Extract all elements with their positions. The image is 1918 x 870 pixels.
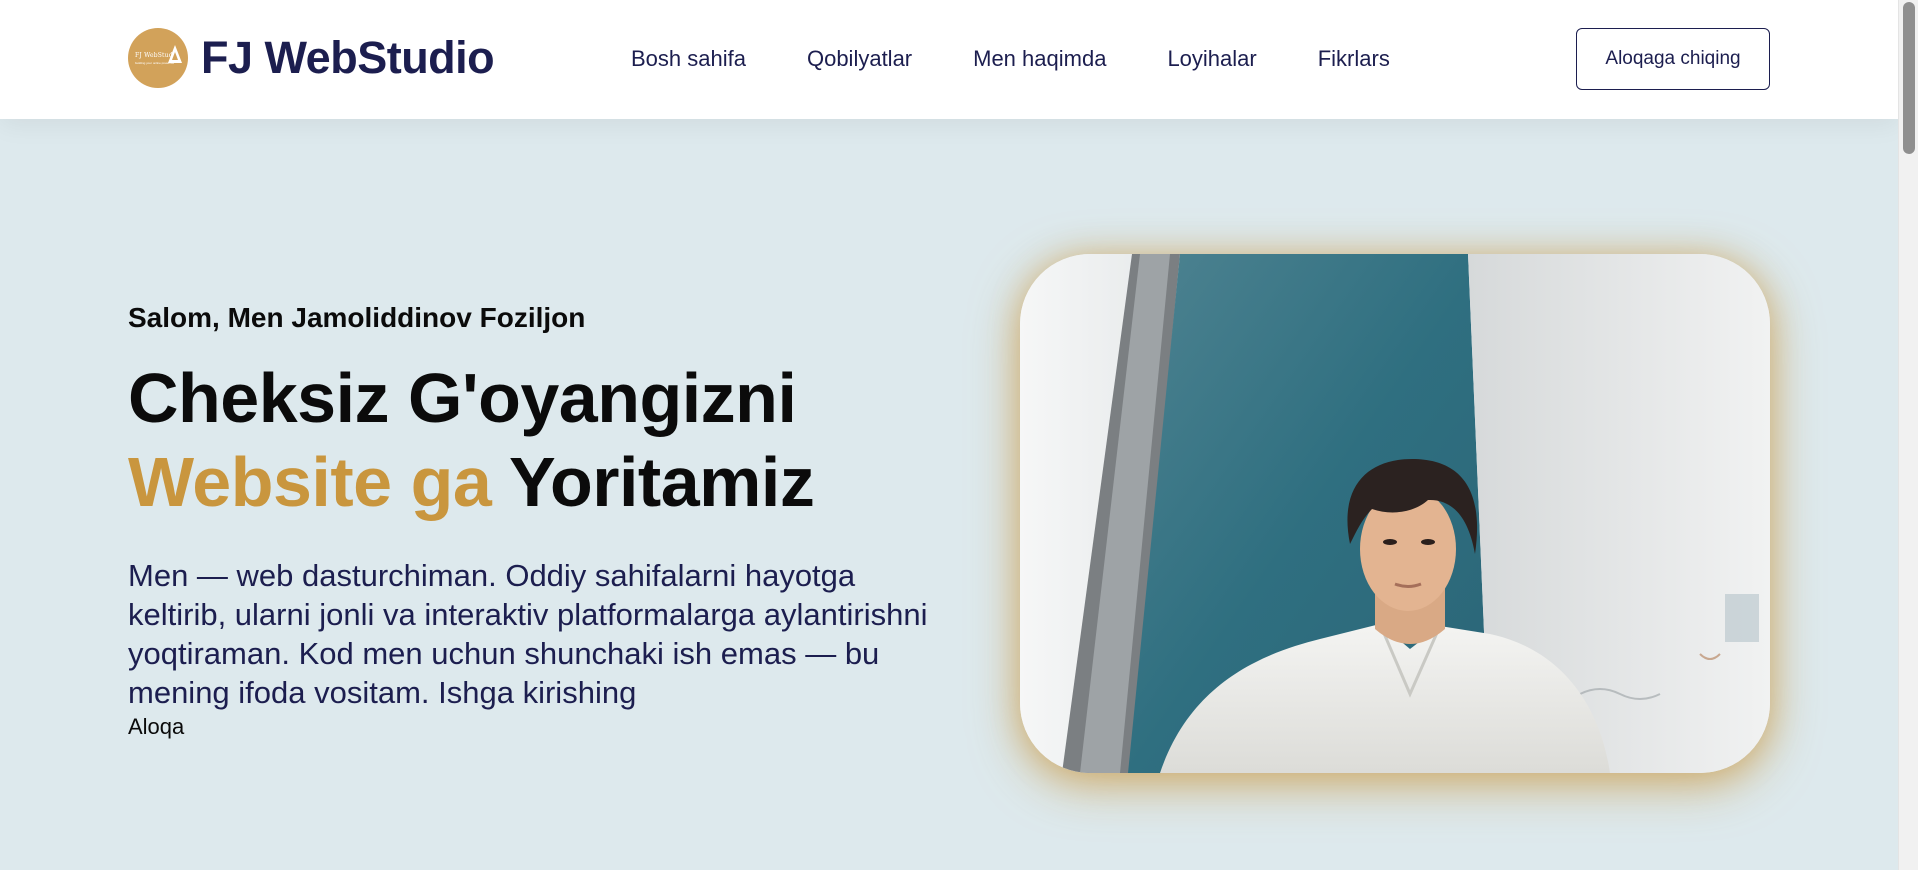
brand-logo-icon: FJ WebStudio building your online presen…: [128, 28, 188, 88]
nav-item-loyihalar[interactable]: Loyihalar: [1167, 44, 1256, 74]
main-nav: Bosh sahifa Qobilyatlar Men haqimda Loyi…: [631, 44, 1451, 74]
hero-intro: Men — web dasturchiman. Oddiy sahifalarn…: [128, 558, 928, 710]
site-header: FJ WebStudio building your online presen…: [0, 0, 1898, 119]
logo-a-icon: [168, 45, 182, 63]
hero-headline: Cheksiz G'oyangizni Website ga Yoritamiz: [128, 356, 948, 524]
headline-rest: Yoritamiz: [491, 443, 815, 521]
page-scrollbar[interactable]: [1898, 0, 1918, 870]
nav-item-bosh-sahifa[interactable]: Bosh sahifa: [631, 44, 746, 74]
profile-photo: [1020, 254, 1770, 773]
brand-logo[interactable]: FJ WebStudio building your online presen…: [128, 28, 495, 88]
nav-item-men-haqimda[interactable]: Men haqimda: [973, 44, 1106, 74]
hero-section: Salom, Men Jamoliddinov Foziljon Cheksiz…: [128, 300, 948, 740]
nav-item-qobilyatlar[interactable]: Qobilyatlar: [807, 44, 912, 74]
nav-item-fikrlars[interactable]: Fikrlars: [1318, 44, 1390, 74]
contact-link[interactable]: Aloqa: [128, 714, 948, 740]
profile-photo-image: [1020, 254, 1770, 773]
scrollbar-thumb[interactable]: [1903, 2, 1915, 154]
headline-line-1: Cheksiz G'oyangizni: [128, 359, 797, 437]
headline-accent: Website ga: [128, 443, 492, 521]
hero-greeting: Salom, Men Jamoliddinov Foziljon: [128, 302, 586, 333]
page: FJ WebStudio building your online presen…: [0, 0, 1918, 870]
brand-name: FJ WebStudio: [201, 32, 495, 83]
contact-button[interactable]: Aloqaga chiqing: [1576, 28, 1770, 90]
